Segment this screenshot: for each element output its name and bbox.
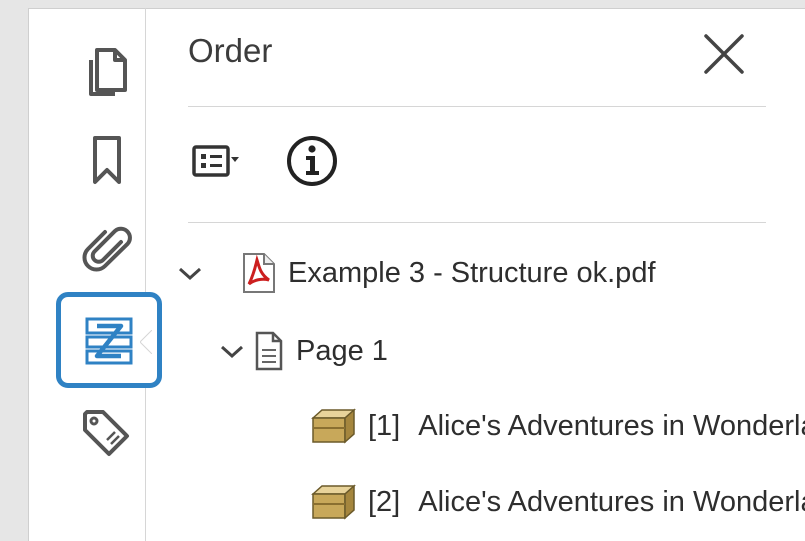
chevron-down-icon[interactable] [176, 263, 204, 283]
bookmark-icon [93, 136, 121, 184]
item-index: [1] [368, 409, 401, 442]
item-label: Alice's Adventures in Wonderland [418, 409, 805, 442]
close-icon [704, 34, 744, 74]
tree-row-item-2[interactable]: [2] Alice's Adventures in Wonderland [310, 482, 805, 522]
item-label: Alice's Adventures in Wonderland [418, 485, 805, 518]
tree-row-item-1[interactable]: [1] Alice's Adventures in Wonderland [310, 406, 805, 446]
chevron-down-icon[interactable] [218, 341, 246, 361]
tags-button[interactable] [54, 384, 160, 480]
options-list-icon [192, 145, 239, 177]
bookmarks-button[interactable] [54, 112, 160, 208]
page-icon [255, 331, 283, 371]
panel-title: Order [188, 32, 273, 69]
tree-row-document[interactable]: Example 3 - Structure ok.pdf [176, 252, 656, 294]
pages-button[interactable] [54, 24, 160, 120]
tree-row-page[interactable]: Page 1 [218, 330, 388, 372]
options-dropdown-button[interactable] [192, 136, 240, 186]
attachment-icon [82, 226, 132, 272]
page-label: Page 1 [296, 334, 388, 367]
tags-icon [83, 410, 129, 456]
pages-icon [89, 48, 127, 96]
close-button[interactable] [702, 32, 746, 76]
info-button[interactable] [286, 136, 338, 186]
toolbar-divider [188, 222, 766, 223]
order-panel: Order Example 3 - Structure ok.pdf Page … [146, 8, 805, 541]
container-box-icon [311, 408, 356, 444]
item-index: [2] [368, 485, 401, 518]
container-box-icon [311, 484, 356, 520]
navigation-rail [28, 8, 162, 541]
document-label: Example 3 - Structure ok.pdf [288, 256, 656, 289]
info-icon [287, 136, 337, 186]
order-icon [85, 317, 133, 365]
pdf-file-icon [243, 253, 275, 293]
attachments-button[interactable] [54, 200, 160, 296]
header-divider [188, 106, 766, 107]
